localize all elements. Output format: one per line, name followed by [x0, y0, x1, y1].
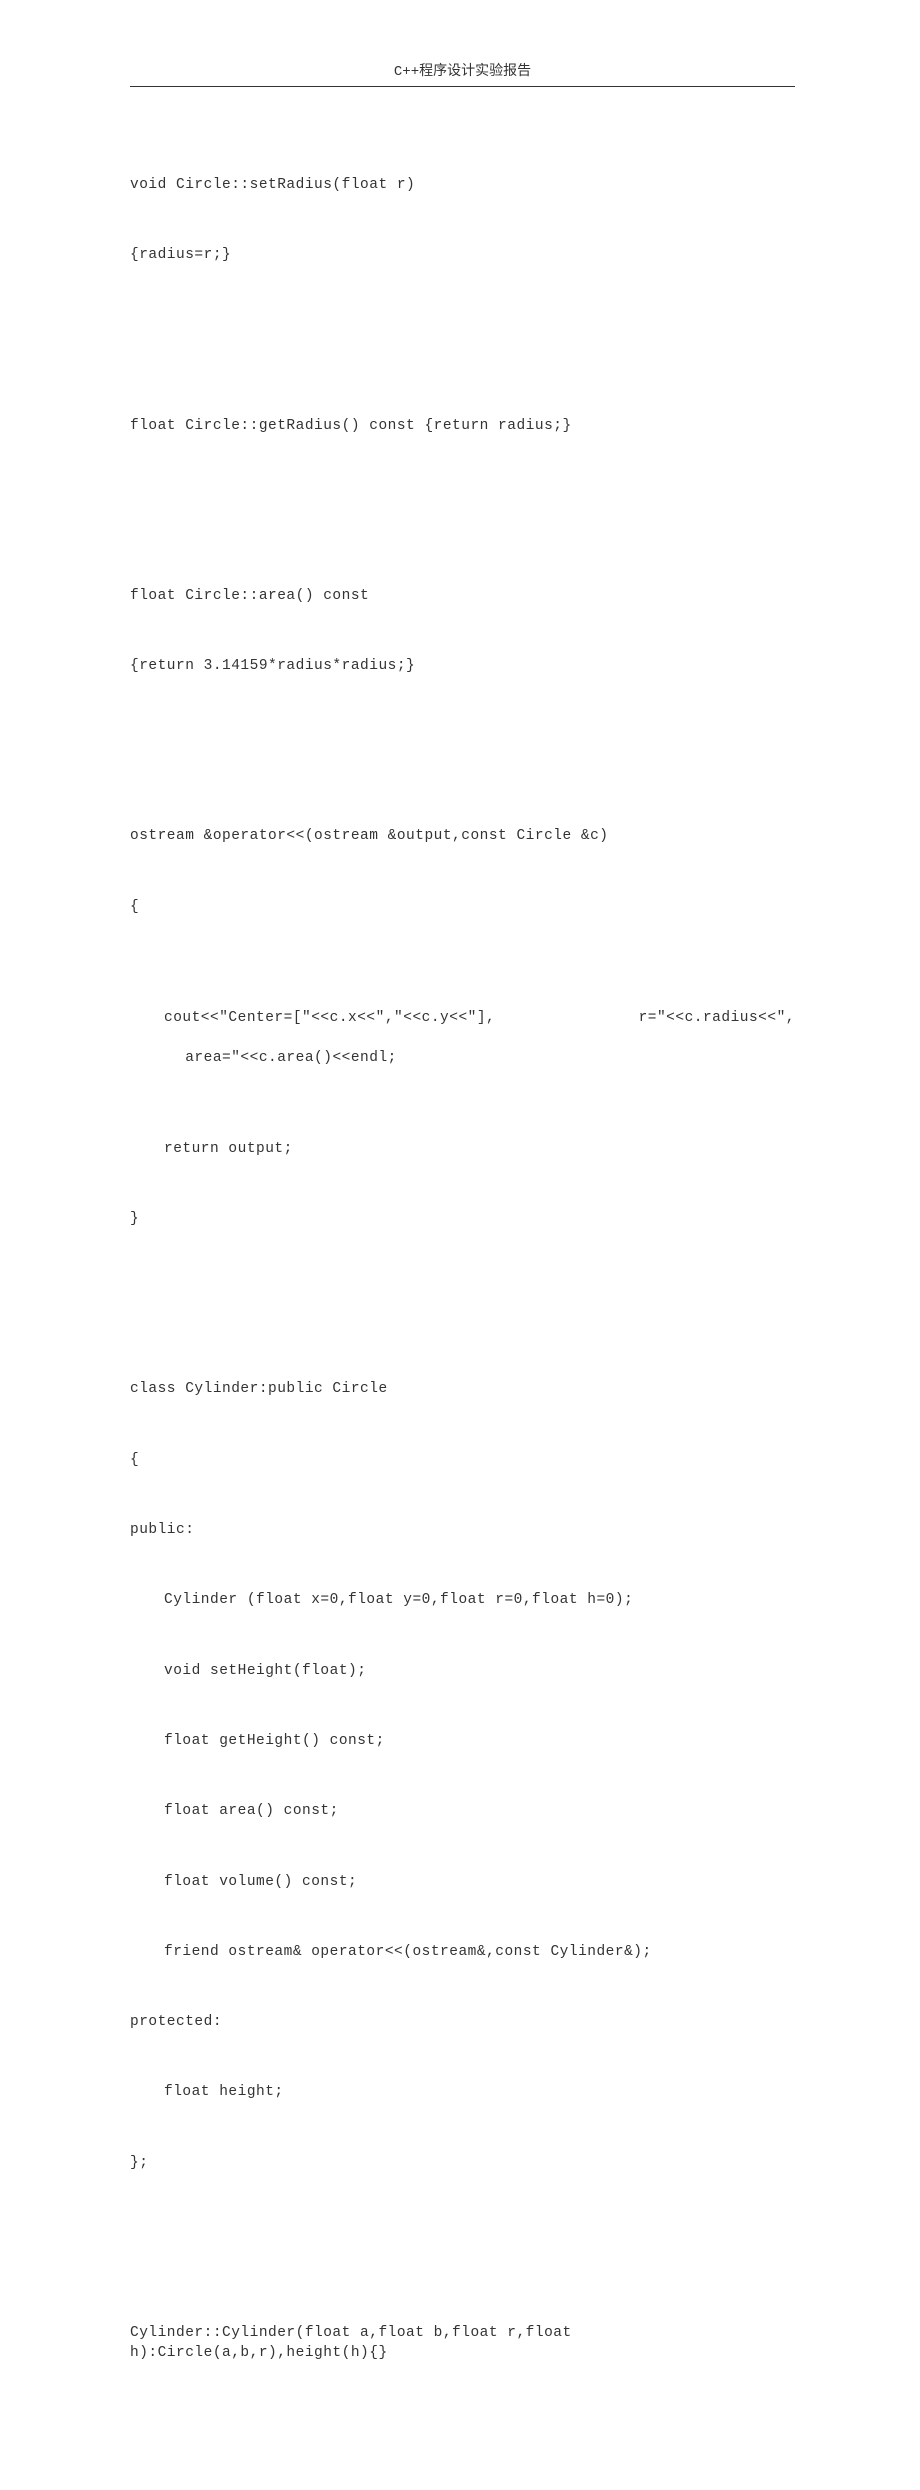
code-line: {radius=r;}: [130, 245, 795, 265]
code-line: friend ostream& operator<<(ostream&,cons…: [130, 1942, 795, 1962]
blank-line: [130, 332, 795, 368]
code-line: float volume() const;: [130, 1872, 795, 1892]
page-header: C++程序设计实验报告: [130, 60, 795, 87]
code-line: public:: [130, 1520, 795, 1540]
code-line: float area() const;: [130, 1801, 795, 1821]
blank-line: [130, 1295, 795, 1331]
code-line: ostream &operator<<(ostream &output,cons…: [130, 826, 795, 846]
blank-line: [130, 2239, 795, 2275]
code-line: return output;: [130, 1139, 795, 1159]
code-line: float Circle::getRadius() const {return …: [130, 416, 795, 436]
code-line: float height;: [130, 2082, 795, 2102]
code-block: void Circle::setRadius(float r) {radius=…: [130, 127, 795, 2430]
code-line: float Circle::area() const: [130, 586, 795, 606]
code-line: cout<<"Center=["<<c.x<<","<<c.y<<"], r="…: [130, 967, 795, 1089]
code-span: cout<<"Center=["<<c.x<<","<<c.y<<"],: [130, 1008, 495, 1028]
code-line: Cylinder::Cylinder(float a,float b,float…: [130, 2323, 795, 2364]
blank-line: [130, 742, 795, 778]
blank-line: [130, 502, 795, 538]
code-line: protected:: [130, 2012, 795, 2032]
document-page: C++程序设计实验报告 void Circle::setRadius(float…: [0, 0, 920, 2490]
code-line: }: [130, 1209, 795, 1229]
code-span: r="<<c.radius<<",: [639, 1008, 795, 1028]
code-line: float getHeight() const;: [130, 1731, 795, 1751]
code-line: Cylinder (float x=0,float y=0,float r=0,…: [130, 1590, 795, 1610]
code-line: {return 3.14159*radius*radius;}: [130, 656, 795, 676]
code-line: {: [130, 897, 795, 917]
code-line: {: [130, 1450, 795, 1470]
code-line: void Circle::setRadius(float r): [130, 175, 795, 195]
code-span: area="<<c.area()<<endl;: [185, 1050, 397, 1066]
code-line: void setHeight(float);: [130, 1661, 795, 1681]
code-line: class Cylinder:public Circle: [130, 1379, 795, 1399]
code-line: };: [130, 2153, 795, 2173]
